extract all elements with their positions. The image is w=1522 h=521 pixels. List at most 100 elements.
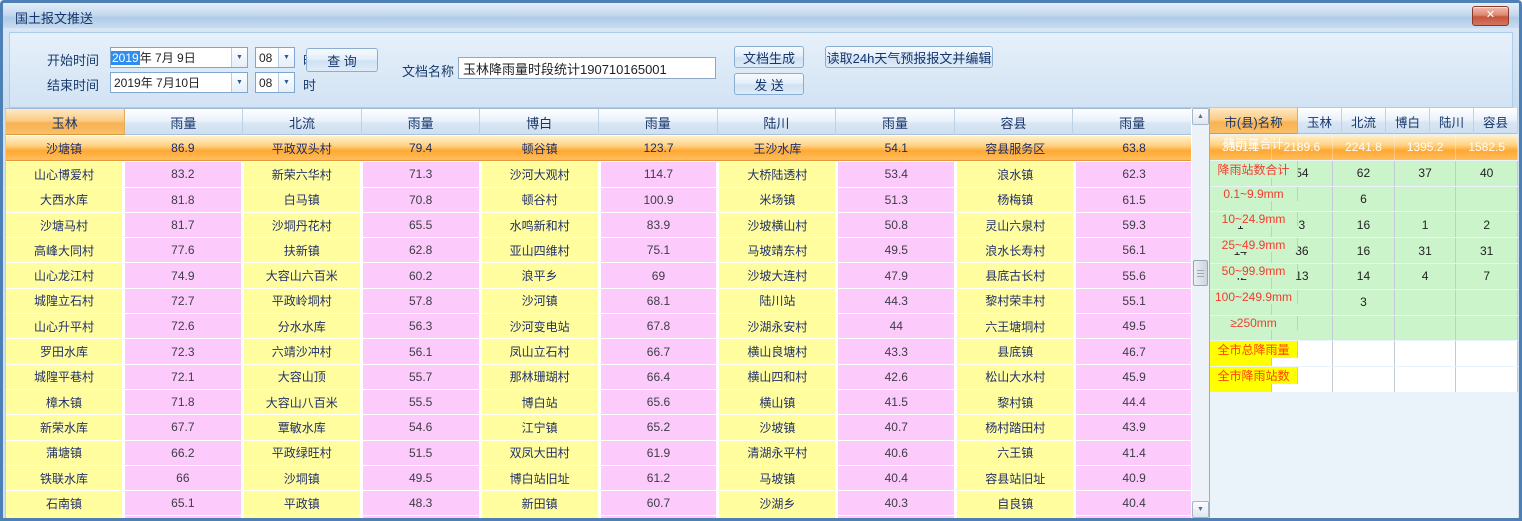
summary-row[interactable]: 降雨站数合计6054623740 <box>1210 161 1518 186</box>
table-row[interactable]: 樟木镇71.8大容山八百米55.5博白站65.6横山镇41.5黎村镇44.4 <box>6 390 1192 414</box>
rain-value-cell[interactable]: 40.3 <box>838 491 954 515</box>
station-name-cell[interactable]: 亚山四维村 <box>482 238 598 262</box>
table-row[interactable]: 城隍平巷村72.1大容山顶55.7那林珊瑚村66.4横山四和村42.6松山大水村… <box>6 365 1192 389</box>
rain-value-cell[interactable]: 49.5 <box>838 238 954 262</box>
station-name-cell[interactable]: 平政岭垌村 <box>244 289 360 313</box>
station-name-cell[interactable]: 六靖沙冲村 <box>244 339 360 363</box>
rain-value-cell[interactable] <box>363 516 479 518</box>
station-name-cell[interactable]: 博白站旧址 <box>482 466 598 490</box>
station-name-cell[interactable]: 山心博爱村 <box>6 162 122 186</box>
table-row[interactable]: 山心龙江村74.9大容山六百米60.2浪平乡69沙坡大连村47.9县底古长村55… <box>6 263 1192 287</box>
read-forecast-button[interactable]: 读取24h天气预报报文并编辑 <box>825 46 993 68</box>
rain-value-cell[interactable] <box>601 516 717 518</box>
rain-value-cell[interactable]: 60.2 <box>363 263 479 287</box>
chevron-down-icon[interactable]: ▼ <box>231 73 247 92</box>
station-name-cell[interactable]: 沙河大观村 <box>482 162 598 186</box>
station-name-cell[interactable]: 陆川站 <box>719 289 835 313</box>
station-name-cell[interactable]: 水鸣新和村 <box>482 213 598 237</box>
rain-value-cell[interactable]: 65.1 <box>125 491 241 515</box>
rain-value-cell[interactable]: 60.7 <box>601 491 717 515</box>
station-name-cell[interactable]: 城隍平巷村 <box>6 365 122 389</box>
rain-value-cell[interactable]: 81.8 <box>125 188 241 212</box>
rain-value-cell[interactable] <box>1076 516 1192 518</box>
station-name-cell[interactable]: 灵山六泉村 <box>957 213 1073 237</box>
station-name-cell[interactable]: 杨梅镇 <box>957 188 1073 212</box>
station-name-cell[interactable]: 沙河变电站 <box>482 314 598 338</box>
rain-value-cell[interactable]: 65.2 <box>601 415 717 439</box>
station-name-cell[interactable]: 浪水镇 <box>957 162 1073 186</box>
station-name-cell[interactable]: 那林珊瑚村 <box>482 365 598 389</box>
table-row[interactable]: 蒲塘镇66.2平政绿旺村51.5双凤大田村61.9清湖永平村40.6六王镇41.… <box>6 441 1192 465</box>
station-name-cell[interactable]: 沙河镇 <box>482 289 598 313</box>
rain-value-cell[interactable]: 51.3 <box>838 188 954 212</box>
rain-value-cell[interactable] <box>838 516 954 518</box>
rain-value-cell[interactable]: 46.7 <box>1076 339 1192 363</box>
table-row[interactable]: 城隍立石村72.7平政岭垌村57.8沙河镇68.1陆川站44.3黎村荣丰村55.… <box>6 289 1192 313</box>
station-name-cell[interactable]: 罗田水库 <box>6 339 122 363</box>
rain-value-cell[interactable]: 55.5 <box>363 390 479 414</box>
station-name-cell[interactable] <box>6 516 122 518</box>
rain-value-cell[interactable]: 49.5 <box>363 466 479 490</box>
send-button[interactable]: 发 送 <box>734 73 804 95</box>
station-name-cell[interactable]: 浪水长寿村 <box>957 238 1073 262</box>
station-name-cell[interactable]: 沙塘马村 <box>6 213 122 237</box>
vertical-scrollbar[interactable]: ▲ ▼ <box>1191 108 1209 518</box>
rain-value-cell[interactable]: 75.1 <box>601 238 717 262</box>
station-name-cell[interactable]: 黎村荣丰村 <box>957 289 1073 313</box>
rain-value-cell[interactable]: 43.9 <box>1076 415 1192 439</box>
rain-value-cell[interactable]: 66 <box>125 466 241 490</box>
rain-value-cell[interactable]: 40.4 <box>1076 491 1192 515</box>
rain-value-cell[interactable]: 44.4 <box>1076 390 1192 414</box>
column-header[interactable]: 雨量 <box>362 109 481 135</box>
rain-value-cell[interactable]: 70.8 <box>363 188 479 212</box>
summary-row[interactable]: 50~99.9mm42131447 <box>1210 264 1518 289</box>
query-button[interactable]: 查 询 <box>306 48 378 72</box>
column-header[interactable]: 博白 <box>480 109 599 135</box>
rain-value-cell[interactable]: 63.8 <box>1076 136 1192 160</box>
station-name-cell[interactable]: 容县站旧址 <box>957 466 1073 490</box>
station-name-cell[interactable]: 分水水库 <box>244 314 360 338</box>
station-name-cell[interactable]: 六王塘垌村 <box>957 314 1073 338</box>
station-name-cell[interactable]: 横山镇 <box>719 390 835 414</box>
summary-row[interactable]: 100~249.9mm3 <box>1210 290 1518 315</box>
column-header[interactable]: 容县 <box>955 109 1074 135</box>
station-name-cell[interactable]: 大桥陆透村 <box>719 162 835 186</box>
station-name-cell[interactable]: 黎村镇 <box>957 390 1073 414</box>
table-row[interactable]: 石南镇65.1平政镇48.3新田镇60.7沙湖乡40.3自良镇40.4 <box>6 491 1192 515</box>
table-row[interactable] <box>6 516 1192 518</box>
rain-value-cell[interactable]: 41.5 <box>838 390 954 414</box>
station-name-cell[interactable]: 覃敏水库 <box>244 415 360 439</box>
rain-value-cell[interactable]: 74.9 <box>125 263 241 287</box>
rain-value-cell[interactable]: 62.8 <box>363 238 479 262</box>
chevron-down-icon[interactable]: ▼ <box>278 48 294 67</box>
column-header[interactable]: 雨量 <box>1073 109 1192 135</box>
rain-value-cell[interactable]: 100.9 <box>601 188 717 212</box>
close-button[interactable]: ✕ <box>1472 6 1509 26</box>
station-name-cell[interactable]: 博白站 <box>482 390 598 414</box>
station-name-cell[interactable] <box>957 516 1073 518</box>
station-name-cell[interactable]: 米场镇 <box>719 188 835 212</box>
station-name-cell[interactable]: 沙坡横山村 <box>719 213 835 237</box>
station-name-cell[interactable]: 王沙水库 <box>719 136 835 160</box>
station-name-cell[interactable]: 高峰大同村 <box>6 238 122 262</box>
table-row[interactable]: 新荣水库67.7覃敏水库54.6江宁镇65.2沙坡镇40.7杨村踏田村43.9 <box>6 415 1192 439</box>
station-name-cell[interactable]: 大容山六百米 <box>244 263 360 287</box>
station-name-cell[interactable]: 浪平乡 <box>482 263 598 287</box>
rain-value-cell[interactable]: 65.5 <box>363 213 479 237</box>
summary-column-header[interactable]: 北流 <box>1342 108 1386 134</box>
table-row[interactable]: 铁联水库66沙垌镇49.5博白站旧址61.2马坡镇40.4容县站旧址40.9 <box>6 466 1192 490</box>
station-name-cell[interactable]: 马坡靖东村 <box>719 238 835 262</box>
station-name-cell[interactable] <box>244 516 360 518</box>
station-name-cell[interactable]: 马坡镇 <box>719 466 835 490</box>
end-hour-combobox[interactable]: 08 ▼ <box>255 72 295 93</box>
station-name-cell[interactable]: 大西水库 <box>6 188 122 212</box>
station-name-cell[interactable]: 扶新镇 <box>244 238 360 262</box>
table-row[interactable]: 沙塘马村81.7沙垌丹花村65.5水鸣新和村83.9沙坡横山村50.8灵山六泉村… <box>6 213 1192 237</box>
rain-value-cell[interactable]: 123.7 <box>601 136 717 160</box>
rain-value-cell[interactable]: 42.6 <box>838 365 954 389</box>
rain-value-cell[interactable]: 55.7 <box>363 365 479 389</box>
rain-value-cell[interactable]: 69 <box>601 263 717 287</box>
rain-value-cell[interactable]: 54.6 <box>363 415 479 439</box>
station-name-cell[interactable]: 杨村踏田村 <box>957 415 1073 439</box>
rain-value-cell[interactable]: 61.2 <box>601 466 717 490</box>
